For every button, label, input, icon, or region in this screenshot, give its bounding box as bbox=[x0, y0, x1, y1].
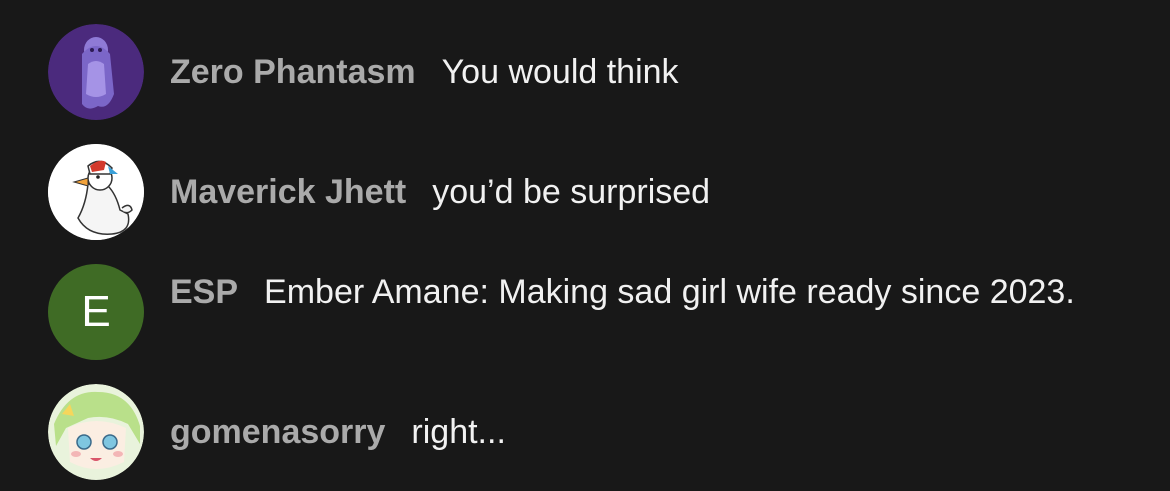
author-name[interactable]: gomenasorry bbox=[170, 413, 385, 451]
letter-avatar[interactable]: E bbox=[48, 264, 144, 360]
avatar-letter: E bbox=[81, 287, 111, 336]
author-name[interactable]: ESP bbox=[170, 273, 238, 311]
ghost-girl-avatar-icon bbox=[48, 24, 144, 120]
author-name[interactable]: Zero Phantasm bbox=[170, 53, 416, 91]
chat-message: E ESP Ember Amane: Making sad girl wife r… bbox=[48, 264, 1130, 360]
message-text: Ember Amane: Making sad girl wife ready … bbox=[264, 273, 1075, 311]
message-text: right... bbox=[411, 413, 506, 451]
chat-message: Zero Phantasm You would think bbox=[48, 24, 1130, 120]
author-name[interactable]: Maverick Jhett bbox=[170, 173, 406, 211]
message-text: you’d be surprised bbox=[432, 173, 711, 211]
green-hair-anime-avatar[interactable] bbox=[48, 384, 144, 480]
duck-icon bbox=[48, 144, 144, 240]
chat-message: gomenasorry right... bbox=[48, 384, 1130, 480]
anime-girl-icon bbox=[48, 384, 144, 480]
chat-message: Maverick Jhett you’d be surprised bbox=[48, 144, 1130, 240]
message-text: You would think bbox=[441, 53, 679, 91]
live-chat: Zero Phantasm You would think Maverick Jh… bbox=[0, 0, 1170, 491]
duck-with-cap-avatar[interactable] bbox=[48, 144, 144, 240]
ghost-girl-avatar[interactable] bbox=[48, 24, 144, 120]
